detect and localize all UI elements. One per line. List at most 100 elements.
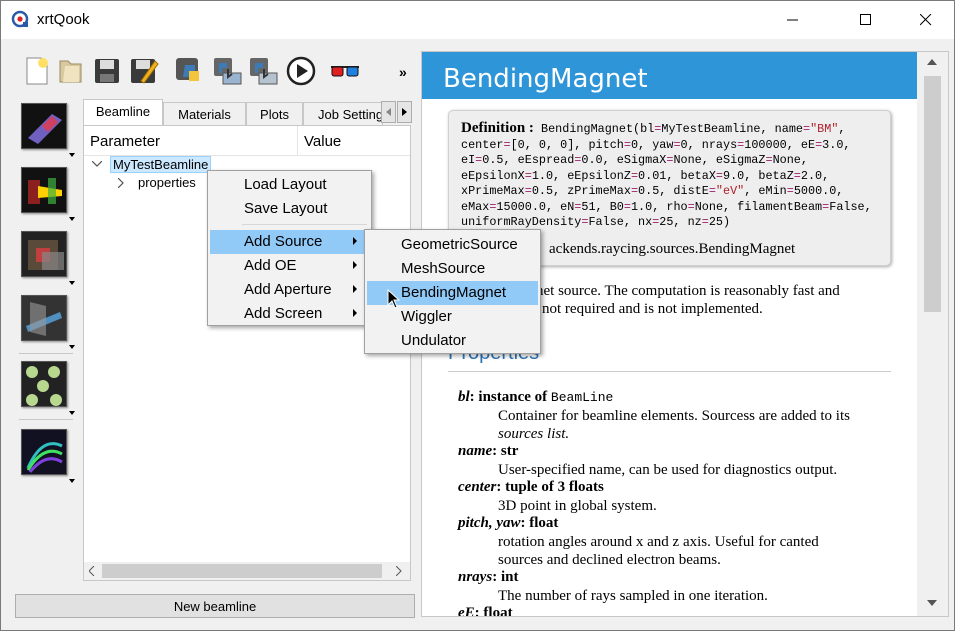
- optics-dropdown-icon: [69, 217, 75, 221]
- new-file-icon: [26, 57, 48, 85]
- save-button[interactable]: [91, 55, 123, 87]
- prop-nrays-desc: The number of rays sampled in one iterat…: [498, 588, 768, 604]
- close-button[interactable]: [903, 1, 949, 39]
- submenu-arrow-icon: [353, 285, 357, 293]
- submenu-arrow-icon: [353, 309, 357, 317]
- sidebar-separator: [19, 353, 73, 354]
- maximize-button[interactable]: [843, 1, 889, 39]
- sidebar-separator: [19, 419, 73, 420]
- tab-scroll-right-button[interactable]: [397, 101, 412, 123]
- menu-item-add-oe[interactable]: Add OE: [210, 254, 369, 278]
- glow-button[interactable]: [329, 55, 361, 87]
- submenu-item-mesh-source[interactable]: MeshSource: [367, 257, 538, 281]
- menu-item-add-screen[interactable]: Add Screen: [210, 302, 369, 326]
- export-python-icon: [214, 58, 242, 85]
- window-title: xrtQook: [37, 11, 90, 28]
- materials-dropdown-icon: [69, 411, 75, 415]
- menu-item-load-layout[interactable]: Load Layout: [210, 173, 369, 197]
- maximize-icon: [860, 14, 871, 25]
- menu-item-add-source[interactable]: Add Source: [210, 230, 369, 254]
- plots-dropdown-icon: [69, 479, 75, 483]
- tree-item-properties[interactable]: properties: [138, 175, 196, 190]
- optics-icon: [21, 167, 67, 213]
- open-button[interactable]: [55, 55, 87, 87]
- submenu-item-undulator[interactable]: Undulator: [367, 329, 538, 353]
- menu-item-save-layout[interactable]: Save Layout: [210, 197, 369, 221]
- apertures-dropdown-icon: [69, 281, 75, 285]
- prop-pitch-yaw: pitch, yaw: float: [458, 515, 559, 531]
- glow-3d-glasses-icon: [331, 66, 359, 77]
- element-sidebar: [15, 99, 79, 499]
- export-xml-icon: [250, 58, 278, 85]
- doc-title: BendingMagnet: [422, 52, 918, 99]
- minimize-button[interactable]: [770, 1, 816, 39]
- python-button[interactable]: [173, 55, 205, 87]
- screens-button[interactable]: [21, 295, 75, 349]
- optics-button[interactable]: [21, 167, 75, 221]
- chevron-down-icon[interactable]: [92, 161, 102, 168]
- sources-button[interactable]: [21, 103, 75, 157]
- open-folder-icon: [59, 60, 82, 83]
- prop-nrays: nrays: int: [458, 569, 519, 585]
- column-header-value[interactable]: Value: [304, 133, 341, 150]
- tab-beamline[interactable]: Beamline: [83, 99, 163, 125]
- column-divider[interactable]: [297, 126, 298, 156]
- plots-icon: [21, 429, 67, 475]
- prop-center-desc: 3D point in global system.: [498, 498, 657, 514]
- screens-dropdown-icon: [69, 345, 75, 349]
- prop-ee: eE: float: [458, 605, 513, 617]
- submenu-item-geometric-source[interactable]: GeometricSource: [367, 233, 538, 257]
- tree-context-menu: Load Layout Save Layout Add Source Add O…: [207, 170, 372, 326]
- menu-item-add-aperture[interactable]: Add Aperture: [210, 278, 369, 302]
- sources-icon: [21, 103, 67, 149]
- minimize-icon: [787, 19, 798, 21]
- save-as-button[interactable]: [127, 55, 159, 87]
- scroll-left-icon[interactable]: [89, 566, 95, 576]
- tab-job-settings[interactable]: Job Settings: [303, 102, 383, 125]
- prop-pitch-yaw-desc-2: sources and declined electron beams.: [498, 552, 721, 568]
- intro-text-line-1: net source. The computation is reasonabl…: [536, 283, 840, 299]
- title-bar: xrtQook: [1, 1, 954, 39]
- toolbar-overflow-chevron-icon[interactable]: »: [399, 64, 407, 80]
- export-python-button[interactable]: [211, 55, 243, 87]
- screens-icon: [21, 295, 67, 341]
- export-xml-button[interactable]: [247, 55, 279, 87]
- tab-plots[interactable]: Plots: [246, 102, 303, 125]
- menu-separator: [242, 224, 367, 225]
- submenu-arrow-icon: [353, 237, 357, 245]
- mouse-cursor-icon: [387, 289, 401, 309]
- doc-vertical-scrollbar[interactable]: [917, 52, 948, 616]
- scroll-up-icon[interactable]: [927, 59, 937, 65]
- scrollbar-thumb[interactable]: [924, 76, 941, 312]
- materials-icon: [21, 361, 67, 407]
- arrow-left-icon: [385, 108, 391, 116]
- plots-button[interactable]: [21, 429, 75, 483]
- main-toolbar: »: [1, 49, 419, 95]
- new-beamline-button[interactable]: New beamline: [15, 594, 415, 618]
- materials-button[interactable]: [21, 361, 75, 415]
- tab-materials[interactable]: Materials: [163, 102, 246, 125]
- save-as-icon: [131, 59, 159, 84]
- prop-bl-desc-1: Container for beamline elements. Sources…: [498, 408, 850, 424]
- tab-scroll-left-button[interactable]: [381, 101, 396, 123]
- apertures-button[interactable]: [21, 231, 75, 285]
- class-path: ackends.raycing.sources.BendingMagnet: [549, 241, 796, 257]
- prop-name: name: str: [458, 443, 519, 459]
- scrollbar-thumb[interactable]: [102, 564, 382, 578]
- properties-rule: [448, 371, 891, 372]
- new-file-button[interactable]: [21, 55, 53, 87]
- run-icon: [286, 56, 316, 86]
- scroll-right-icon[interactable]: [396, 566, 402, 576]
- scroll-down-icon[interactable]: [927, 600, 937, 606]
- sources-dropdown-icon: [69, 153, 75, 157]
- close-icon: [920, 14, 932, 26]
- tree-horizontal-scrollbar[interactable]: [84, 562, 410, 580]
- run-button[interactable]: [285, 55, 317, 87]
- chevron-right-icon[interactable]: [118, 178, 125, 188]
- tree-header: Parameter Value: [84, 126, 410, 156]
- main-window: xrtQook » Beamline Materials Plots Job S…: [0, 0, 955, 631]
- submenu-arrow-icon: [353, 261, 357, 269]
- column-header-parameter[interactable]: Parameter: [90, 133, 160, 150]
- prop-bl-desc-2: sources list.: [498, 426, 570, 442]
- tree-item-beamline[interactable]: MyTestBeamline: [110, 156, 212, 173]
